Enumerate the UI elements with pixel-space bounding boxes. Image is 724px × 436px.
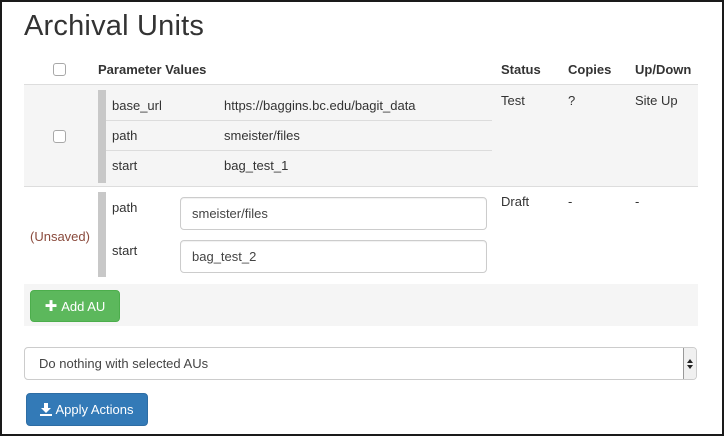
param-key: base_url bbox=[112, 98, 162, 113]
page-title: Archival Units bbox=[24, 10, 205, 42]
download-icon bbox=[40, 403, 53, 416]
param-key: path bbox=[112, 128, 138, 143]
up-down-value: Site Up bbox=[635, 93, 678, 108]
param-group-bar bbox=[98, 192, 106, 277]
param-key: start bbox=[112, 158, 138, 173]
bulk-action-select[interactable]: Do nothing with selected AUs bbox=[24, 347, 697, 380]
param-value: smeister/files bbox=[224, 128, 300, 143]
add-au-label: Add AU bbox=[61, 298, 106, 314]
param-divider bbox=[106, 150, 492, 151]
param-value: https://baggins.bc.edu/bagit_data bbox=[224, 98, 416, 113]
apply-actions-label: Apply Actions bbox=[55, 402, 134, 417]
param-divider bbox=[106, 120, 492, 121]
param-group-bar bbox=[98, 90, 106, 183]
param-value: bag_test_1 bbox=[224, 158, 289, 173]
header-status: Status bbox=[501, 62, 541, 77]
param-key: path bbox=[112, 200, 138, 215]
select-stepper-icon[interactable] bbox=[683, 348, 696, 379]
param-key: start bbox=[112, 243, 138, 258]
up-down-value: - bbox=[635, 194, 640, 209]
header-parameter-values: Parameter Values bbox=[98, 62, 207, 77]
plus-icon: ✚ bbox=[44, 297, 58, 315]
add-au-button[interactable]: ✚ Add AU bbox=[30, 290, 120, 322]
copies-value: - bbox=[568, 194, 573, 209]
start-input[interactable] bbox=[180, 240, 487, 273]
status-value: Test bbox=[501, 93, 525, 108]
path-input[interactable] bbox=[180, 197, 487, 230]
bulk-action-selected-value: Do nothing with selected AUs bbox=[39, 356, 209, 371]
select-all-checkbox[interactable] bbox=[53, 63, 66, 76]
add-au-area bbox=[24, 284, 698, 326]
status-value: Draft bbox=[501, 194, 530, 209]
copies-value: ? bbox=[568, 93, 576, 108]
row-select-checkbox[interactable] bbox=[53, 130, 66, 143]
header-up-down: Up/Down bbox=[635, 62, 692, 77]
header-copies: Copies bbox=[568, 62, 612, 77]
apply-actions-button[interactable]: Apply Actions bbox=[26, 393, 148, 426]
unsaved-label: (Unsaved) bbox=[30, 229, 90, 244]
